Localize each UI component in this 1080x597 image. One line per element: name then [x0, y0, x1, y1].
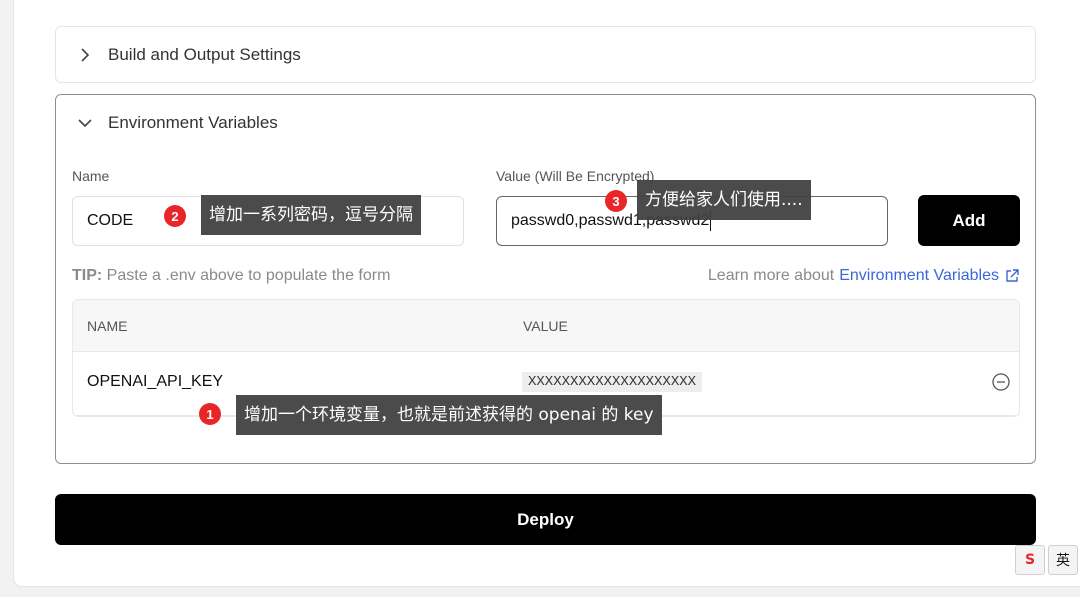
header-name: NAME	[87, 318, 128, 334]
learn-more-text: Learn more about	[707, 267, 835, 284]
external-link-icon[interactable]	[1005, 269, 1019, 283]
row-value-masked: XXXXXXXXXXXXXXXXXXXX	[522, 372, 703, 392]
build-output-settings-section[interactable]: Build and Output Settings	[55, 26, 1036, 83]
tip-text: TIP: Paste a .env above to populate the …	[72, 267, 390, 285]
env-docs-link[interactable]: Environment Variables	[839, 267, 999, 285]
chevron-right-icon	[78, 47, 92, 62]
row-name: OPENAI_API_KEY	[87, 373, 224, 390]
value-label: Value (Will Be Encrypted)	[496, 168, 655, 184]
annotation-badge: 2	[164, 205, 186, 227]
chevron-down-icon	[78, 116, 92, 130]
learn-more: Learn more about Environment Variables	[708, 267, 1019, 285]
section-title: Build and Output Settings	[108, 44, 301, 64]
remove-circle-icon[interactable]	[991, 372, 1011, 397]
annotation-badge: 1	[199, 403, 221, 425]
ime-language-toggle[interactable]: 英	[1048, 545, 1078, 575]
annotation-badge: 3	[605, 190, 627, 212]
name-label: Name	[72, 168, 110, 184]
tip-body: Paste a .env above to populate the form	[106, 267, 391, 284]
annotation-callout: 增加一个环境变量，也就是前述获得的 openai 的 key	[236, 395, 662, 435]
env-section-header[interactable]: Environment Variables	[78, 113, 278, 133]
tip-prefix: TIP:	[72, 267, 103, 284]
annotation-callout: 方便给家人们使用....	[637, 180, 811, 220]
add-button[interactable]: Add	[918, 195, 1020, 246]
annotation-callout: 增加一系列密码，逗号分隔	[201, 195, 421, 235]
header-value: VALUE	[523, 318, 568, 334]
deploy-button[interactable]: Deploy	[55, 494, 1036, 545]
sogou-ime-icon[interactable]: S	[1015, 545, 1045, 575]
table-header: NAME VALUE	[73, 300, 1019, 352]
section-title: Environment Variables	[108, 113, 278, 132]
